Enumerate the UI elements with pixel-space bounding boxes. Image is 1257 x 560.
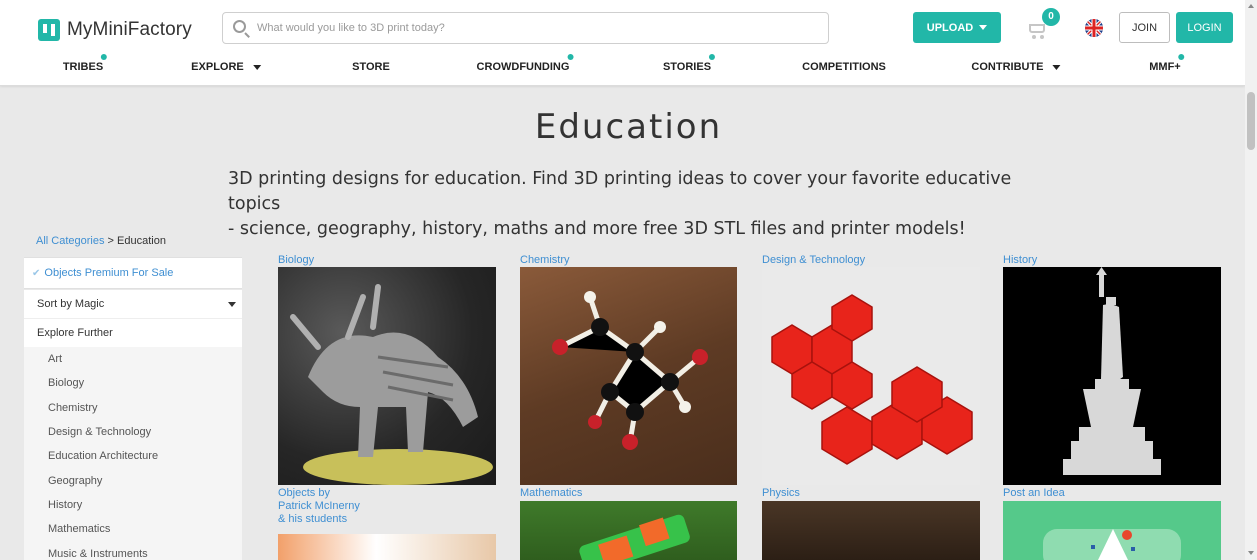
nav-explore[interactable]: EXPLORE	[191, 61, 261, 73]
premium-filter[interactable]: ✔ Objects Premium For Sale	[24, 257, 242, 289]
category-image-chemistry[interactable]	[520, 267, 737, 485]
cart-count-badge: 0	[1042, 8, 1060, 26]
sidebar-item-history[interactable]: History	[24, 493, 242, 517]
category-card-label[interactable]: History	[1003, 254, 1037, 267]
category-image-design-technology[interactable]	[762, 267, 980, 485]
search-bar	[222, 12, 829, 44]
sidebar-item-geography[interactable]: Geography	[24, 468, 242, 492]
sidebar-item-art[interactable]: Art	[24, 347, 242, 371]
category-card-biology[interactable]: Biology	[278, 254, 314, 267]
category-image-biology[interactable]	[278, 267, 496, 485]
page-title: Education	[534, 107, 723, 147]
category-card-mathematics[interactable]: Mathematics	[520, 487, 582, 500]
nav-explore-label: EXPLORE	[191, 61, 244, 73]
uk-flag-icon[interactable]	[1085, 19, 1103, 37]
sidebar-item-education-architecture[interactable]: Education Architecture	[24, 444, 242, 468]
nav-store-label: STORE	[352, 61, 390, 73]
login-label: LOGIN	[1187, 21, 1222, 34]
sort-dropdown[interactable]: Sort by Magic	[24, 290, 242, 318]
page-description-line: - science, geography, history, maths and…	[228, 219, 966, 239]
nav-stories-label: STORIES	[662, 61, 712, 73]
category-image-physics[interactable]	[762, 501, 980, 560]
category-card-physics[interactable]: Physics	[762, 487, 800, 500]
sidebar-item-biology[interactable]: Biology	[24, 371, 242, 395]
category-card-objects-by-patrick[interactable]: Objects by Patrick McInerny & his studen…	[278, 487, 360, 526]
scroll-up-icon[interactable]	[1248, 4, 1254, 8]
nav-tribes[interactable]: TRIBES	[62, 54, 108, 73]
category-image-mathematics[interactable]	[520, 501, 737, 560]
logo-text: MyMiniFactory	[67, 19, 192, 40]
logo-icon	[38, 19, 60, 41]
nav-tribes-label: TRIBES	[62, 61, 104, 73]
category-list: Art Biology Chemistry Design & Technolog…	[24, 347, 242, 560]
chevron-down-icon	[252, 65, 261, 70]
cart-wheel-icon	[1040, 35, 1044, 39]
page-description: 3D printing designs for education. Find …	[228, 167, 1048, 242]
nav-competitions[interactable]: COMPETITIONS	[802, 61, 886, 73]
new-indicator-icon	[101, 54, 108, 60]
breadcrumb-current: Education	[117, 235, 166, 247]
sidebar-item-mathematics[interactable]: Mathematics	[24, 517, 242, 541]
category-card-history[interactable]: History	[1003, 254, 1037, 267]
cart-wheel-icon	[1032, 35, 1036, 39]
category-card-chemistry[interactable]: Chemistry	[520, 254, 570, 267]
nav-contribute-label: CONTRIBUTE	[971, 61, 1044, 73]
nav-crowdfunding-label: CROWDFUNDING	[476, 61, 570, 73]
chevron-down-icon	[228, 302, 236, 307]
logo[interactable]: MyMiniFactory	[38, 19, 192, 41]
search-icon	[233, 20, 246, 33]
breadcrumb-separator: >	[104, 235, 118, 247]
cart-icon	[1029, 24, 1045, 33]
category-sidebar: ✔ Objects Premium For Sale Sort by Magic…	[24, 257, 242, 560]
category-card-label[interactable]: Mathematics	[520, 487, 582, 500]
nav-contribute[interactable]: CONTRIBUTE	[971, 61, 1061, 73]
category-card-label[interactable]: Objects by	[278, 487, 360, 500]
new-indicator-icon	[709, 54, 716, 60]
page-scrollbar[interactable]	[1245, 0, 1257, 560]
nav-store[interactable]: STORE	[352, 61, 390, 73]
upload-label: UPLOAD	[926, 21, 974, 34]
search-input[interactable]	[257, 18, 817, 38]
new-indicator-icon	[1178, 54, 1185, 60]
chevron-down-icon	[979, 25, 988, 30]
cart-button[interactable]: 0	[1027, 8, 1060, 40]
explore-further-label: Explore Further	[37, 327, 113, 339]
sidebar-item-music-instruments[interactable]: Music & Instruments	[24, 541, 242, 560]
category-card-label[interactable]: Chemistry	[520, 254, 570, 267]
checkmark-icon: ✔	[32, 267, 41, 279]
nav-mmf-plus[interactable]: MMF+	[1149, 54, 1185, 73]
category-card-label[interactable]: Design & Technology	[762, 254, 865, 267]
nav-competitions-label: COMPETITIONS	[802, 61, 886, 73]
sidebar-item-chemistry[interactable]: Chemistry	[24, 396, 242, 420]
login-button[interactable]: LOGIN	[1176, 12, 1233, 43]
category-image-history[interactable]	[1003, 267, 1221, 485]
nav-stories[interactable]: STORIES	[662, 54, 716, 73]
category-image-post-an-idea[interactable]	[1003, 501, 1221, 560]
breadcrumb-all-categories[interactable]: All Categories	[36, 235, 104, 247]
upload-button[interactable]: UPLOAD	[913, 12, 1001, 43]
premium-filter-label: Objects Premium For Sale	[44, 267, 174, 279]
join-button[interactable]: JOIN	[1119, 12, 1170, 43]
new-indicator-icon	[567, 54, 574, 60]
category-card-label[interactable]: Biology	[278, 254, 314, 267]
nav-crowdfunding[interactable]: CROWDFUNDING	[476, 54, 574, 73]
scroll-down-icon[interactable]	[1248, 551, 1254, 555]
category-card-post-an-idea[interactable]: Post an Idea	[1003, 487, 1065, 500]
explore-further-header: Explore Further	[24, 318, 242, 347]
join-label: JOIN	[1131, 21, 1158, 34]
breadcrumb: All Categories > Education	[36, 235, 166, 247]
category-card-label[interactable]: Post an Idea	[1003, 487, 1065, 500]
category-image-objects-by-patrick[interactable]	[278, 534, 496, 560]
site-header: MyMiniFactory UPLOAD 0 JOIN LOGIN TRIBES	[0, 0, 1245, 86]
page-description-line: 3D printing designs for education. Find …	[228, 169, 1012, 214]
chevron-down-icon	[1052, 65, 1061, 70]
nav-mmf-plus-label: MMF+	[1149, 61, 1181, 73]
category-card-label[interactable]: Physics	[762, 487, 800, 500]
category-card-label[interactable]: Patrick McInerny	[278, 500, 360, 513]
category-card-design-technology[interactable]: Design & Technology	[762, 254, 865, 267]
sort-label: Sort by Magic	[37, 298, 105, 310]
category-card-label[interactable]: & his students	[278, 513, 360, 526]
sidebar-item-design-technology[interactable]: Design & Technology	[24, 420, 242, 444]
